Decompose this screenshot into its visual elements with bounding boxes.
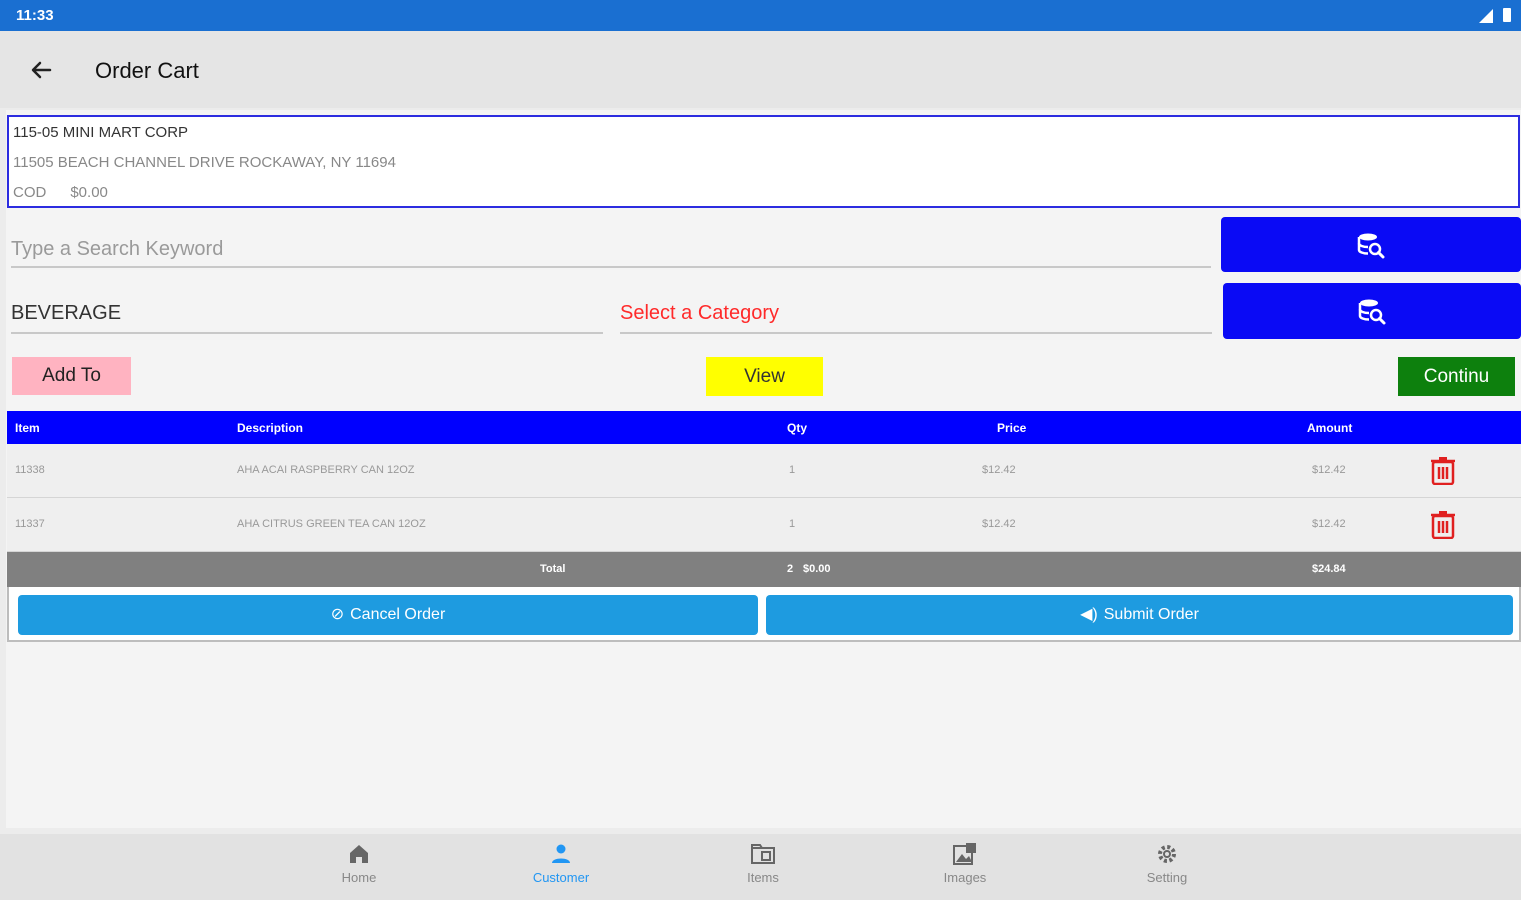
status-time: 11:33	[16, 7, 54, 24]
cancel-icon: ⊘	[330, 606, 345, 623]
header-description: Description	[237, 421, 304, 435]
total-row: Total 2 $0.00 $24.84	[7, 552, 1521, 587]
row-item: 11337	[15, 518, 45, 530]
header-price: Price	[997, 421, 1027, 435]
row-amount: $12.42	[1312, 464, 1346, 476]
table-row[interactable]: 11337 AHA CITRUS GREEN TEA CAN 12OZ 1 $1…	[7, 498, 1521, 552]
row-qty: 1	[789, 518, 796, 530]
nav-home[interactable]: Home	[304, 842, 414, 885]
home-icon	[350, 845, 368, 863]
table-row[interactable]: 11338 AHA ACAI RASPBERRY CAN 12OZ 1 $12.…	[7, 444, 1521, 498]
continue-button[interactable]: Continu	[1398, 357, 1515, 396]
status-bar: 11:33	[0, 0, 1521, 31]
order-actions: ⊘ Cancel Order ◀) Submit Order	[7, 587, 1521, 642]
cancel-order-button[interactable]: ⊘ Cancel Order	[18, 595, 758, 635]
table-header: Item Description Qty Price Amount	[7, 411, 1521, 444]
search-input[interactable]	[11, 226, 1211, 268]
cancel-order-label: Cancel Order	[350, 606, 446, 623]
total-label: Total	[540, 563, 566, 575]
back-arrow-icon[interactable]	[26, 55, 56, 85]
signal-icon	[1479, 9, 1493, 23]
customer-info-card[interactable]: 115-05 MINI MART CORP 11505 BEACH CHANNE…	[7, 115, 1520, 208]
row-item: 11338	[15, 464, 45, 476]
view-button[interactable]: View	[706, 357, 823, 396]
nav-setting-label: Setting	[1146, 870, 1188, 885]
nav-items[interactable]: Items	[708, 842, 818, 885]
gear-icon	[1158, 845, 1176, 863]
keyword-search-button[interactable]	[1221, 217, 1521, 272]
database-search-icon	[1357, 233, 1385, 258]
delete-icon[interactable]	[1431, 457, 1455, 485]
row-price: $12.42	[982, 464, 1016, 476]
header-amount: Amount	[1307, 421, 1353, 435]
customer-address: 11505 BEACH CHANNEL DRIVE ROCKAWAY, NY 1…	[13, 154, 396, 171]
customer-name: 115-05 MINI MART CORP	[13, 124, 189, 141]
add-to-button[interactable]: Add To	[12, 357, 131, 395]
row-description: AHA ACAI RASPBERRY CAN 12OZ	[237, 464, 415, 476]
customer-terms: COD	[13, 184, 47, 201]
nav-setting[interactable]: Setting	[1112, 842, 1222, 885]
total-cases: $0.00	[803, 563, 831, 575]
row-price: $12.42	[982, 518, 1016, 530]
category-field[interactable]: BEVERAGE	[11, 294, 603, 334]
app-bar: Order Cart	[0, 31, 1521, 108]
database-search-icon	[1358, 299, 1386, 325]
bottom-navigation: Home Customer Items Images Setting	[0, 834, 1521, 900]
category-select[interactable]: Select a Category	[620, 294, 1212, 334]
row-description: AHA CITRUS GREEN TEA CAN 12OZ	[237, 518, 426, 530]
page-title: Order Cart	[95, 58, 199, 83]
nav-images[interactable]: Images	[910, 842, 1020, 885]
images-icon	[953, 843, 976, 865]
nav-customer[interactable]: Customer	[506, 842, 616, 885]
nav-customer-label: Customer	[532, 870, 590, 885]
header-item: Item	[15, 421, 40, 435]
delete-icon[interactable]	[1431, 511, 1455, 539]
person-icon	[552, 844, 570, 863]
battery-icon	[1503, 8, 1511, 22]
category-search-button[interactable]	[1223, 283, 1521, 339]
header-qty: Qty	[787, 421, 808, 435]
nav-home-label: Home	[341, 870, 377, 885]
customer-terms-line: COD $0.00	[13, 184, 108, 201]
row-qty: 1	[789, 464, 796, 476]
submit-order-button[interactable]: ◀) Submit Order	[766, 595, 1513, 635]
nav-items-label: Items	[747, 870, 779, 885]
row-amount: $12.42	[1312, 518, 1346, 530]
customer-balance: $0.00	[70, 184, 108, 201]
speaker-icon: ◀)	[1080, 606, 1098, 623]
submit-order-label: Submit Order	[1103, 606, 1199, 623]
nav-images-label: Images	[943, 870, 987, 885]
total-qty: 2	[787, 563, 794, 575]
total-amount: $24.84	[1312, 563, 1346, 575]
folder-icon	[751, 844, 775, 864]
